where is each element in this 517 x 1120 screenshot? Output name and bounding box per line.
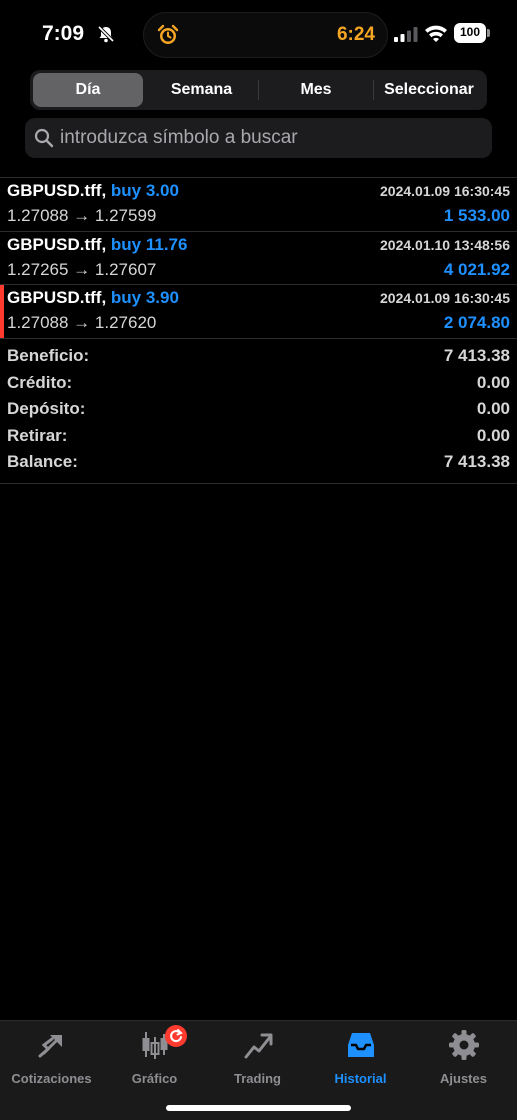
summary-row-retirar: Retirar: 0.00 xyxy=(0,424,517,451)
tab-grafico[interactable]: Gráfico xyxy=(103,1025,206,1089)
summary-value: 0.00 xyxy=(476,399,510,418)
summary-row-beneficio: Beneficio: 7 413.38 xyxy=(0,344,517,371)
mute-icon xyxy=(97,25,115,43)
trade-symbol: GBPUSD.tff, buy 11.76 xyxy=(7,234,188,254)
island-timer: 6:24 xyxy=(336,24,375,45)
status-time: 7:09 xyxy=(42,22,85,45)
trade-profit: 2 074.80 xyxy=(443,313,510,332)
trade-type: buy 3.00 xyxy=(110,181,179,200)
quotes-icon xyxy=(38,1035,62,1058)
trade-prices: 1.27088 → 1.27599 xyxy=(7,206,157,225)
home-indicator[interactable] xyxy=(166,1105,351,1111)
summary-label: Retirar: xyxy=(7,425,68,445)
summary-value: 0.00 xyxy=(476,425,510,445)
trade-symbol: GBPUSD.tff, buy 3.00 xyxy=(7,181,179,200)
divider xyxy=(0,483,517,484)
summary-row-deposito: Depósito: 0.00 xyxy=(0,397,517,424)
trade-time: 2024.01.10 13:48:56 xyxy=(380,236,510,253)
summary-label: Depósito: xyxy=(7,399,86,418)
tab-dia[interactable]: Día xyxy=(33,73,143,107)
trade-type: buy 3.90 xyxy=(110,288,179,307)
trade-profit: 1 533.00 xyxy=(443,206,510,225)
refresh-badge-icon xyxy=(165,1025,187,1047)
trade-profit: 4 021.92 xyxy=(443,259,510,279)
tab-historial[interactable]: Historial xyxy=(309,1029,412,1089)
status-bar: 7:09 6:24 100 xyxy=(0,0,517,68)
trade-prices: 1.27265 → 1.27607 xyxy=(7,259,157,279)
tab-label: Ajustes xyxy=(440,1071,487,1086)
search-bar xyxy=(25,118,492,158)
tab-label: Gráfico xyxy=(131,1071,178,1086)
tab-label: Historial xyxy=(334,1071,387,1086)
tab-label: Trading xyxy=(234,1071,281,1086)
trade-row[interactable]: GBPUSD.tff, buy 11.76 2024.01.10 13:48:5… xyxy=(0,232,517,285)
summary-value: 7 413.38 xyxy=(443,346,510,365)
tab-mes[interactable]: Mes xyxy=(259,73,373,107)
history-icon xyxy=(348,1033,374,1057)
trade-type: buy 11.76 xyxy=(110,234,188,254)
bottom-tab-bar: Cotizaciones Gráfico Trading Historial A… xyxy=(0,1020,517,1120)
search-icon xyxy=(34,128,54,148)
summary-value: 0.00 xyxy=(476,372,510,392)
signal-icon xyxy=(394,27,418,42)
period-segmented-control: Día Semana Mes Seleccionar xyxy=(30,70,487,110)
summary-row-credito: Crédito: 0.00 xyxy=(0,371,517,398)
trade-prices: 1.27088 → 1.27620 xyxy=(7,313,157,332)
tab-ajustes[interactable]: Ajustes xyxy=(412,1029,515,1089)
alarm-icon xyxy=(157,24,179,44)
summary-label: Beneficio: xyxy=(7,346,90,365)
battery-level: 100 xyxy=(459,25,481,39)
trade-row[interactable]: GBPUSD.tff, buy 3.00 2024.01.09 16:30:45… xyxy=(0,178,517,232)
trade-time: 2024.01.09 16:30:45 xyxy=(380,183,510,199)
trade-symbol: GBPUSD.tff, buy 3.90 xyxy=(7,288,179,307)
summary-label: Balance: xyxy=(7,452,78,471)
account-summary: Beneficio: 7 413.38 Crédito: 0.00 Depósi… xyxy=(0,344,517,477)
tab-trading[interactable]: Trading xyxy=(206,1029,309,1089)
dynamic-island: 6:24 xyxy=(143,12,388,58)
tab-label: Cotizaciones xyxy=(11,1071,92,1086)
trade-row-selected[interactable]: GBPUSD.tff, buy 3.90 2024.01.09 16:30:45… xyxy=(0,285,517,339)
summary-label: Crédito: xyxy=(7,372,73,392)
search-input[interactable] xyxy=(60,118,480,158)
trade-time: 2024.01.09 16:30:45 xyxy=(380,290,510,306)
battery-icon: 100 xyxy=(454,23,490,43)
summary-value: 7 413.38 xyxy=(443,452,510,471)
trade-list: GBPUSD.tff, buy 3.00 2024.01.09 16:30:45… xyxy=(0,178,517,339)
wifi-icon xyxy=(425,25,447,42)
tab-semana[interactable]: Semana xyxy=(145,73,258,107)
settings-icon xyxy=(449,1030,479,1060)
summary-row-balance: Balance: 7 413.38 xyxy=(0,450,517,477)
trading-icon xyxy=(244,1033,273,1059)
tab-seleccionar[interactable]: Seleccionar xyxy=(374,73,484,107)
tab-cotizaciones[interactable]: Cotizaciones xyxy=(0,1029,103,1089)
